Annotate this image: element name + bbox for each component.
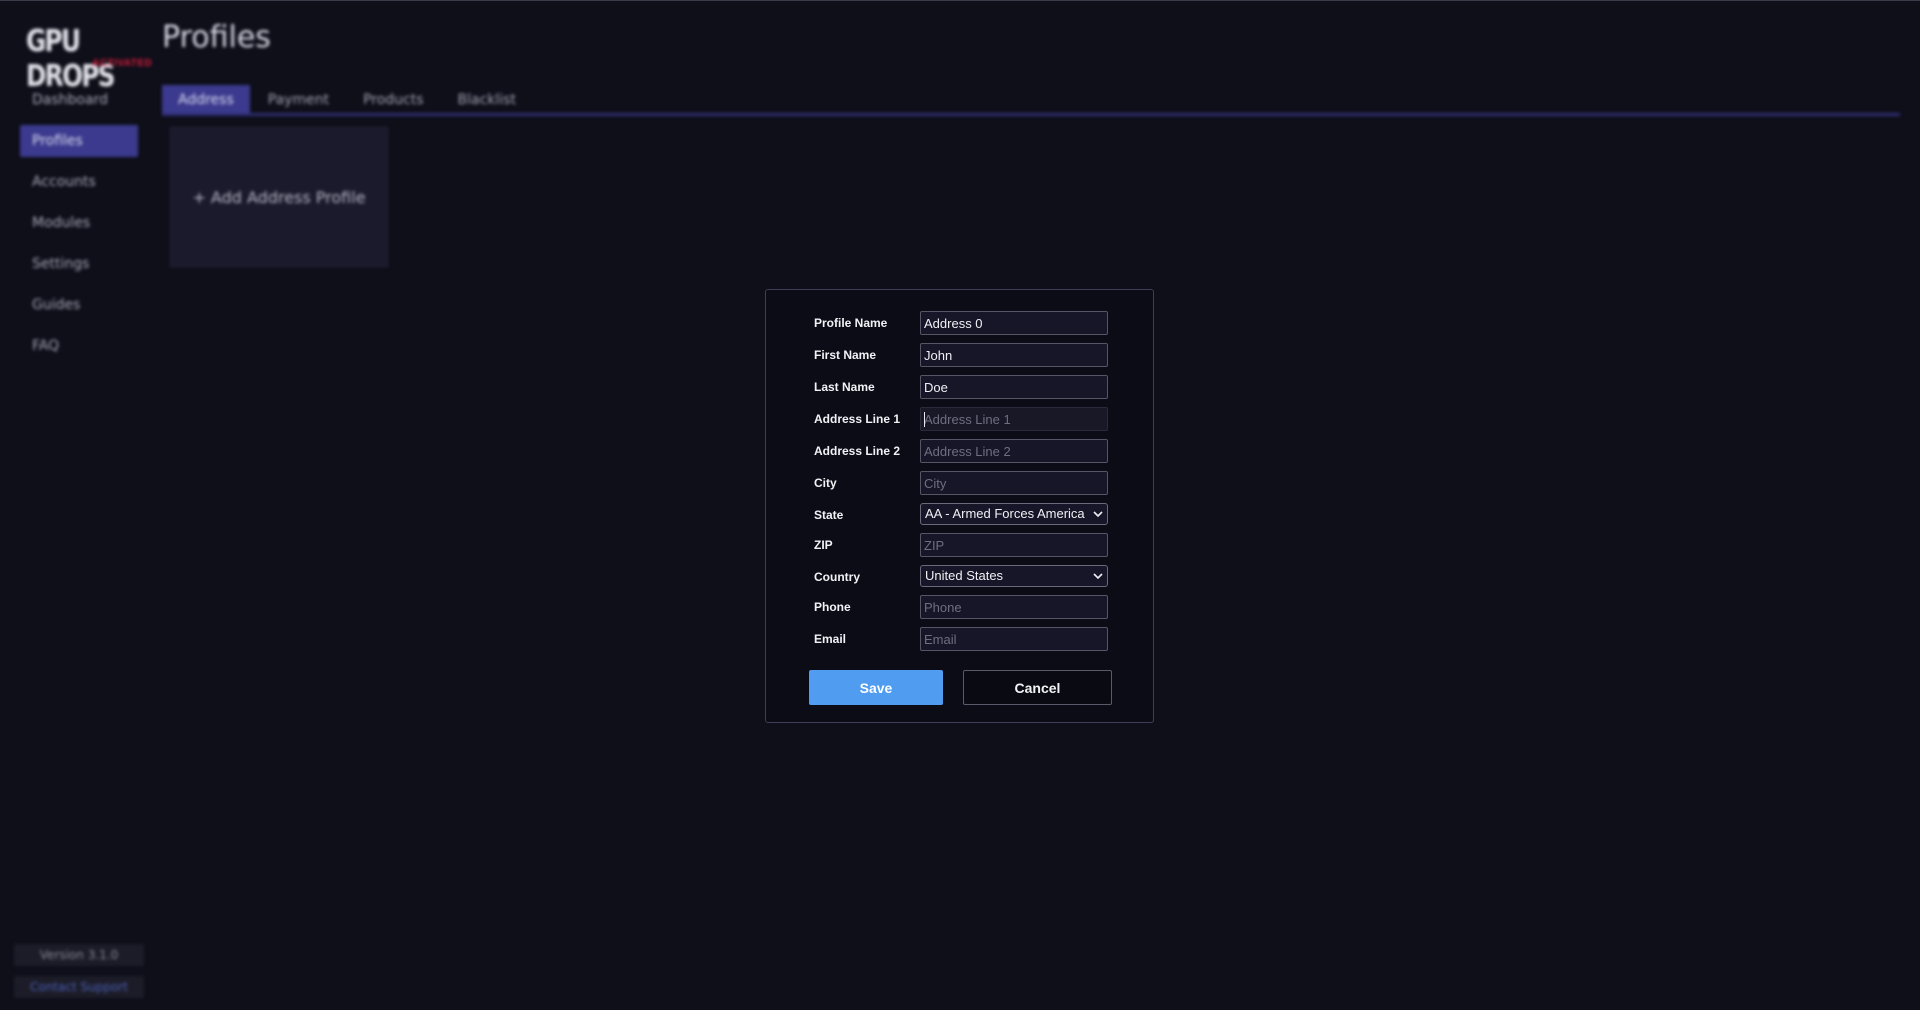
last-name-row: Last Name [814, 375, 1114, 401]
city-row: City [814, 471, 1114, 497]
country-label: Country [814, 570, 860, 584]
tab-blacklist[interactable]: Blacklist [442, 85, 532, 115]
profile-name-row: Profile Name [814, 311, 1114, 337]
address-line-1-input[interactable] [920, 407, 1108, 431]
first-name-input[interactable] [920, 343, 1108, 367]
page-title: Profiles [162, 20, 271, 55]
address-profile-modal: Profile Name First Name Last Name Addres… [765, 289, 1154, 723]
address-line-1-row: Address Line 1 [814, 407, 1114, 433]
logo-subtext: ACTIVATED [92, 58, 153, 69]
zip-input[interactable] [920, 533, 1108, 557]
chevron-down-icon [1093, 573, 1103, 580]
top-border [0, 0, 1920, 1]
sidebar-item-guides[interactable]: Guides [20, 289, 138, 321]
address-line-2-label: Address Line 2 [814, 444, 901, 458]
profile-name-input[interactable] [920, 311, 1108, 335]
sidebar: GPU DROPS ACTIVATED Dashboard Profiles A… [0, 0, 160, 1010]
cancel-button[interactable]: Cancel [963, 670, 1112, 705]
tab-address[interactable]: Address [162, 85, 250, 115]
email-row: Email [814, 627, 1114, 653]
app-logo: GPU DROPS ACTIVATED [26, 24, 152, 94]
sidebar-item-profiles[interactable]: Profiles [20, 125, 138, 157]
sidebar-item-accounts[interactable]: Accounts [20, 166, 138, 198]
phone-row: Phone [814, 595, 1114, 621]
tab-underline [162, 113, 1900, 116]
last-name-label: Last Name [814, 380, 875, 394]
sidebar-item-settings[interactable]: Settings [20, 248, 138, 280]
add-address-profile-card[interactable]: + Add Address Profile [170, 127, 388, 267]
zip-row: ZIP [814, 533, 1114, 559]
last-name-input[interactable] [920, 375, 1108, 399]
state-selected-value: AA - Armed Forces America [925, 506, 1085, 521]
zip-label: ZIP [814, 538, 833, 552]
sidebar-item-modules[interactable]: Modules [20, 207, 138, 239]
address-line-2-input[interactable] [920, 439, 1108, 463]
first-name-row: First Name [814, 343, 1114, 369]
tab-products[interactable]: Products [347, 85, 439, 115]
country-row: Country United States [814, 565, 1114, 591]
profile-tabs: Address Payment Products Blacklist [162, 85, 534, 115]
first-name-label: First Name [814, 348, 877, 362]
address-line-1-label: Address Line 1 [814, 412, 901, 426]
version-badge: Version 3.1.0 [14, 944, 144, 966]
chevron-down-icon [1093, 511, 1103, 518]
sidebar-item-dashboard[interactable]: Dashboard [20, 84, 138, 116]
state-row: State AA - Armed Forces America [814, 503, 1114, 529]
profile-name-label: Profile Name [814, 316, 888, 330]
state-label: State [814, 508, 844, 522]
tab-payment[interactable]: Payment [252, 85, 345, 115]
email-input[interactable] [920, 627, 1108, 651]
country-selected-value: United States [925, 568, 1004, 583]
sidebar-item-faq[interactable]: FAQ [20, 330, 138, 362]
save-button[interactable]: Save [809, 670, 943, 705]
email-label: Email [814, 632, 847, 646]
country-select[interactable]: United States [920, 565, 1108, 587]
address-line-2-row: Address Line 2 [814, 439, 1114, 465]
state-select[interactable]: AA - Armed Forces America [920, 503, 1108, 525]
city-input[interactable] [920, 471, 1108, 495]
city-label: City [814, 476, 837, 490]
text-caret [924, 412, 925, 427]
phone-input[interactable] [920, 595, 1108, 619]
contact-support-link[interactable]: Contact Support [14, 976, 144, 998]
phone-label: Phone [814, 600, 851, 614]
sidebar-nav: Dashboard Profiles Accounts Modules Sett… [20, 84, 138, 371]
